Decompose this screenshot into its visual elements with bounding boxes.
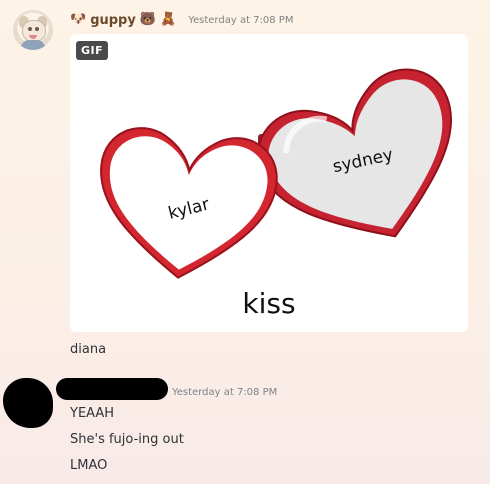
bear-emoji-icon: 🐻 [139,12,157,27]
avatar-eye-left [28,27,32,31]
redacted-username[interactable] [56,378,168,400]
message-text: diana [70,342,107,357]
gif-badge: GIF [76,41,109,60]
message-line-3: LMAO [70,458,108,473]
hearts-gif-image: kylar sydney kiss [100,68,452,320]
avatar-body [21,40,45,50]
gif-embed[interactable]: kylar sydney kiss GIF [70,34,468,332]
message-timestamp[interactable]: Yesterday at 7:08 PM [188,15,293,26]
redacted-avatar[interactable] [3,378,53,428]
username[interactable]: guppy [90,13,136,28]
teddy-bear-emoji-icon: 🧸 [160,12,177,27]
message-header: 🐶 guppy 🐻 🧸 Yesterday at 7:08 PM [70,10,293,30]
message-line-2: She's fujo-ing out [70,432,184,447]
avatar-eye-right [35,27,39,31]
message-timestamp[interactable]: Yesterday at 7:08 PM [172,387,277,398]
user-avatar[interactable] [13,10,53,50]
message-line-1: YEAAH [70,406,115,421]
gif-caption: kiss [242,287,295,320]
dog-emoji-icon: 🐶 [70,12,87,27]
